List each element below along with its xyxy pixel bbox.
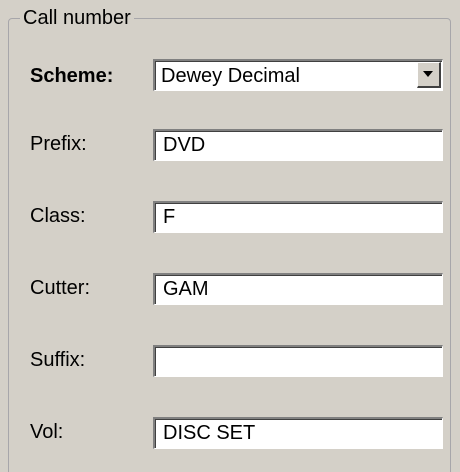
scheme-selected-value: Dewey Decimal [161,65,300,87]
cutter-input[interactable]: GAM [153,273,443,305]
prefix-input[interactable]: DVD [153,129,443,161]
prefix-label: Prefix: [30,133,87,155]
cutter-label: Cutter: [30,277,91,299]
suffix-input[interactable] [153,345,443,377]
scheme-label: Scheme: [30,65,114,87]
class-input[interactable]: F [153,201,443,233]
groupbox-title: Call number [20,6,134,30]
vol-input[interactable]: DISC SET [153,417,443,449]
dropdown-button[interactable] [417,62,441,88]
suffix-label: Suffix: [30,349,86,371]
class-label: Class: [30,205,86,227]
vol-label: Vol: [30,421,64,443]
chevron-down-icon [423,71,433,77]
scheme-dropdown[interactable]: Dewey Decimal [153,59,443,91]
